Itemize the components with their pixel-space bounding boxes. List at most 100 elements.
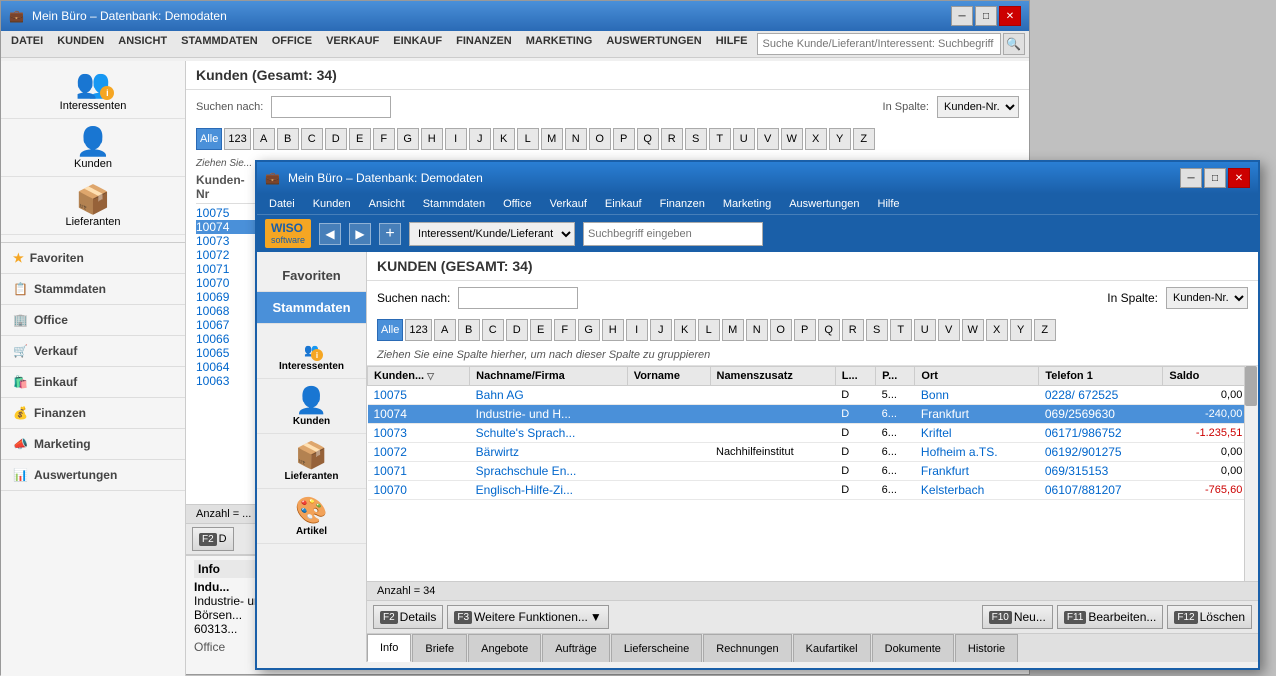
col-plz[interactable]: P... — [876, 367, 915, 386]
table-row[interactable]: 10074 Industrie- und H... D 6... Frankfu… — [368, 405, 1258, 424]
customer-firma-link[interactable]: Bärwirtz — [476, 445, 519, 459]
customer-ort-link[interactable]: Kriftel — [921, 426, 952, 440]
alpha-p[interactable]: P — [613, 128, 635, 150]
global-search-button[interactable]: 🔍 — [1003, 33, 1026, 55]
win2-menu-kunden[interactable]: Kunden — [305, 196, 359, 212]
win2-alpha-s[interactable]: S — [866, 319, 888, 341]
scrollbar[interactable] — [1244, 366, 1258, 581]
scroll-thumb[interactable] — [1245, 366, 1257, 406]
win1-search-input[interactable] — [271, 96, 391, 118]
win2-f2-button[interactable]: F2 Details — [373, 605, 443, 629]
customer-firma-link[interactable]: Schulte's Sprach... — [476, 426, 576, 440]
alpha-d[interactable]: D — [325, 128, 347, 150]
alpha-c[interactable]: C — [301, 128, 323, 150]
col-firma[interactable]: Nachname/Firma — [470, 367, 628, 386]
win2-alpha-i[interactable]: I — [626, 319, 648, 341]
nav-forward-button[interactable]: ▶ — [349, 223, 371, 245]
win2-alpha-k[interactable]: K — [674, 319, 696, 341]
menu-stammdaten[interactable]: STAMMDATEN — [175, 33, 264, 55]
win2-alpha-a[interactable]: A — [434, 319, 456, 341]
win2-menu-stammdaten[interactable]: Stammdaten — [415, 196, 493, 212]
customer-ort-link[interactable]: Frankfurt — [921, 464, 969, 478]
alpha-o[interactable]: O — [589, 128, 611, 150]
alpha-a[interactable]: A — [253, 128, 275, 150]
alpha-w[interactable]: W — [781, 128, 803, 150]
nav-auswertungen[interactable]: 📊 Auswertungen — [1, 460, 185, 491]
alpha-g[interactable]: G — [397, 128, 419, 150]
nav-stammdaten[interactable]: 📋 Stammdaten — [1, 274, 185, 305]
customer-telefon-link[interactable]: 06192/901275 — [1045, 445, 1122, 459]
table-row[interactable]: 10072 Bärwirtz Nachhilfeinstitut D 6... … — [368, 443, 1258, 462]
win2-f11-button[interactable]: F11 Bearbeiten... — [1057, 605, 1164, 629]
customer-id-link[interactable]: 10070 — [374, 483, 407, 497]
tab-angebote[interactable]: Angebote — [468, 634, 541, 662]
menu-hilfe[interactable]: HILFE — [710, 33, 754, 55]
customer-id-link[interactable]: 10074 — [374, 407, 407, 421]
win2-alpha-y[interactable]: Y — [1010, 319, 1032, 341]
win2-alpha-b[interactable]: B — [458, 319, 480, 341]
col-ort[interactable]: Ort — [915, 367, 1039, 386]
win2-alpha-r[interactable]: R — [842, 319, 864, 341]
win2-sidebar-stammdaten[interactable]: Stammdaten — [257, 292, 366, 324]
menu-marketing[interactable]: MARKETING — [520, 33, 599, 55]
table-row[interactable]: 10071 Sprachschule En... D 6... Frankfur… — [368, 462, 1258, 481]
alpha-123[interactable]: 123 — [224, 128, 250, 150]
win2-alpha-n[interactable]: N — [746, 319, 768, 341]
alpha-e[interactable]: E — [349, 128, 371, 150]
win2-alpha-t[interactable]: T — [890, 319, 912, 341]
nav-einkauf[interactable]: 🛍️ Einkauf — [1, 367, 185, 398]
customer-firma-link[interactable]: Industrie- und H... — [476, 407, 571, 421]
menu-kunden[interactable]: KUNDEN — [51, 33, 110, 55]
alpha-n[interactable]: N — [565, 128, 587, 150]
menu-office[interactable]: OFFICE — [266, 33, 318, 55]
customer-ort-link[interactable]: Frankfurt — [921, 407, 969, 421]
customer-id-link[interactable]: 10073 — [374, 426, 407, 440]
win2-table-wrapper[interactable]: Kunden... ▽ Nachname/Firma Vorname Namen… — [367, 366, 1258, 581]
alpha-x[interactable]: X — [805, 128, 827, 150]
win2-f3-button[interactable]: F3 Weitere Funktionen... ▼ — [447, 605, 608, 629]
win2-alpha-o[interactable]: O — [770, 319, 792, 341]
win2-minimize-button[interactable]: ─ — [1180, 168, 1202, 188]
col-land[interactable]: L... — [835, 367, 875, 386]
tab-info[interactable]: Info — [367, 634, 411, 662]
win2-menu-finanzen[interactable]: Finanzen — [652, 196, 713, 212]
win2-f12-button[interactable]: F12 Löschen — [1167, 605, 1252, 629]
win2-menu-hilfe[interactable]: Hilfe — [870, 196, 908, 212]
alpha-z[interactable]: Z — [853, 128, 875, 150]
win2-alpha-f[interactable]: F — [554, 319, 576, 341]
win2-alpha-p[interactable]: P — [794, 319, 816, 341]
win2-alpha-123[interactable]: 123 — [405, 319, 431, 341]
customer-ort-link[interactable]: Hofheim a.TS. — [921, 445, 998, 459]
tab-auftraege[interactable]: Aufträge — [542, 634, 610, 662]
alpha-m[interactable]: M — [541, 128, 563, 150]
customer-telefon-link[interactable]: 0228/ 672525 — [1045, 388, 1118, 402]
customer-ort-link[interactable]: Bonn — [921, 388, 949, 402]
win2-sidebar-artikel[interactable]: 🎨 Artikel — [257, 489, 366, 544]
customer-firma-link[interactable]: Englisch-Hilfe-Zi... — [476, 483, 573, 497]
table-row[interactable]: 10073 Schulte's Sprach... D 6... Kriftel… — [368, 424, 1258, 443]
alpha-l[interactable]: L — [517, 128, 539, 150]
win1-col-select[interactable]: Kunden-Nr. — [937, 96, 1019, 118]
nav-verkauf[interactable]: 🛒 Verkauf — [1, 336, 185, 367]
customer-id-link[interactable]: 10071 — [374, 464, 407, 478]
menu-auswertungen[interactable]: AUSWERTUNGEN — [600, 33, 707, 55]
alpha-s[interactable]: S — [685, 128, 707, 150]
col-telefon[interactable]: Telefon 1 — [1039, 367, 1163, 386]
col-zusatz[interactable]: Namenszusatz — [710, 367, 835, 386]
win2-menu-office[interactable]: Office — [495, 196, 540, 212]
menu-einkauf[interactable]: EINKAUF — [387, 33, 448, 55]
col-vorname[interactable]: Vorname — [627, 367, 710, 386]
alpha-q[interactable]: Q — [637, 128, 659, 150]
win1-restore-button[interactable]: □ — [975, 6, 997, 26]
win2-alpha-m[interactable]: M — [722, 319, 744, 341]
table-row[interactable]: 10075 Bahn AG D 5... Bonn 0228/ 672525 0… — [368, 386, 1258, 405]
alpha-b[interactable]: B — [277, 128, 299, 150]
win2-alpha-g[interactable]: G — [578, 319, 600, 341]
win2-alpha-u[interactable]: U — [914, 319, 936, 341]
alpha-r[interactable]: R — [661, 128, 683, 150]
alpha-k[interactable]: K — [493, 128, 515, 150]
tab-lieferscheine[interactable]: Lieferscheine — [611, 634, 702, 662]
win2-alpha-x[interactable]: X — [986, 319, 1008, 341]
customer-telefon-link[interactable]: 06107/881207 — [1045, 483, 1122, 497]
table-row[interactable]: 10070 Englisch-Hilfe-Zi... D 6... Kelste… — [368, 481, 1258, 500]
